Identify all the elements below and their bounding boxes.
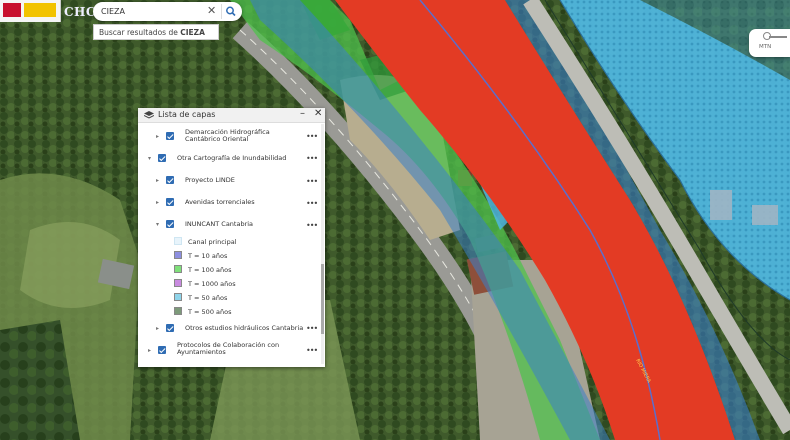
layer-checkbox[interactable] bbox=[166, 176, 174, 184]
mtn-toggle[interactable]: MTN bbox=[749, 29, 790, 57]
legend-label: T = 50 años bbox=[188, 294, 228, 302]
legend-swatch-t1000 bbox=[174, 279, 182, 287]
label-line: Ayuntamientos bbox=[177, 348, 226, 356]
search-button[interactable] bbox=[221, 4, 240, 19]
map-view[interactable]: RÍO MIERA bbox=[0, 0, 790, 440]
scrollbar-thumb[interactable] bbox=[321, 264, 324, 334]
government-logo bbox=[0, 0, 61, 22]
legend-label: T = 500 años bbox=[188, 308, 232, 316]
layer-label-otra-cartografia: Otra Cartografía de Inundabilidad bbox=[177, 154, 287, 162]
panel-scrollbar[interactable] bbox=[321, 124, 324, 364]
layers-panel: Lista de capas – ✕ ▸ Demarcación Hidrogr… bbox=[138, 108, 325, 367]
layer-checkbox[interactable] bbox=[158, 346, 166, 354]
spain-emblem-icon bbox=[3, 3, 21, 17]
expand-caret-icon[interactable]: ▸ bbox=[156, 325, 159, 332]
legend-label: Canal principal bbox=[188, 238, 237, 246]
slider-track bbox=[769, 36, 787, 38]
panel-title: Lista de capas bbox=[158, 110, 216, 119]
layer-options-icon[interactable]: ••• bbox=[306, 154, 318, 163]
layer-checkbox[interactable] bbox=[166, 198, 174, 206]
expand-caret-icon[interactable]: ▸ bbox=[156, 133, 159, 140]
label-line: Cantábrico Oriental bbox=[185, 135, 249, 143]
layer-options-icon[interactable]: ••• bbox=[306, 177, 318, 186]
layer-options-icon[interactable]: ••• bbox=[306, 324, 318, 333]
layer-label-protocolos: Protocolos de Colaboración con Ayuntamien… bbox=[177, 342, 279, 356]
layer-checkbox[interactable] bbox=[166, 324, 174, 332]
expand-caret-icon[interactable]: ▸ bbox=[148, 347, 151, 354]
layer-checkbox[interactable] bbox=[158, 154, 166, 162]
legend-swatch-t50 bbox=[174, 293, 182, 301]
layer-options-icon[interactable]: ••• bbox=[306, 346, 318, 355]
expand-caret-icon[interactable]: ▸ bbox=[156, 177, 159, 184]
layer-options-icon[interactable]: ••• bbox=[306, 199, 318, 208]
legend-swatch-t10 bbox=[174, 251, 182, 259]
layer-options-icon[interactable]: ••• bbox=[306, 132, 318, 141]
expand-caret-icon[interactable]: ▸ bbox=[156, 199, 159, 206]
app-brand: CHC bbox=[64, 5, 96, 19]
legend-label: T = 100 años bbox=[188, 266, 232, 274]
layer-checkbox[interactable] bbox=[166, 220, 174, 228]
close-button[interactable]: ✕ bbox=[314, 108, 322, 119]
legend-label: T = 10 años bbox=[188, 252, 228, 260]
search-input[interactable] bbox=[101, 5, 201, 18]
layer-options-icon[interactable]: ••• bbox=[306, 221, 318, 230]
search-bar[interactable]: ✕ bbox=[93, 2, 242, 21]
legend-swatch-t500 bbox=[174, 307, 182, 315]
layer-label-demarcacion: Demarcación Hidrográfica Cantábrico Orien… bbox=[185, 129, 270, 143]
search-suggestion[interactable]: Buscar resultados de CIEZA bbox=[93, 24, 219, 40]
mtn-label: MTN bbox=[759, 44, 772, 50]
ministry-banner-icon bbox=[24, 3, 56, 17]
layers-icon bbox=[144, 111, 154, 119]
suggestion-term: CIEZA bbox=[180, 28, 205, 37]
layers-panel-header[interactable]: Lista de capas – ✕ bbox=[138, 108, 325, 123]
minimize-button[interactable]: – bbox=[300, 108, 305, 119]
expand-caret-icon[interactable]: ▾ bbox=[156, 221, 159, 228]
layer-label-linde: Proyecto LINDE bbox=[185, 176, 235, 184]
legend-swatch-canal bbox=[174, 237, 182, 245]
clear-search-icon[interactable]: ✕ bbox=[207, 4, 216, 17]
layer-label-avenidas: Avenidas torrenciales bbox=[185, 198, 255, 206]
legend-label: T = 1000 años bbox=[188, 280, 236, 288]
search-icon bbox=[226, 6, 236, 17]
layer-checkbox[interactable] bbox=[166, 132, 174, 140]
legend-swatch-t100 bbox=[174, 265, 182, 273]
layer-label-inuncant: INUNCANT Cantabria bbox=[185, 220, 254, 228]
layer-label-otros-estudios: Otros estudios hidráulicos Cantabria bbox=[185, 324, 304, 332]
suggestion-prefix: Buscar resultados de bbox=[99, 28, 181, 37]
expand-caret-icon[interactable]: ▾ bbox=[148, 155, 151, 162]
